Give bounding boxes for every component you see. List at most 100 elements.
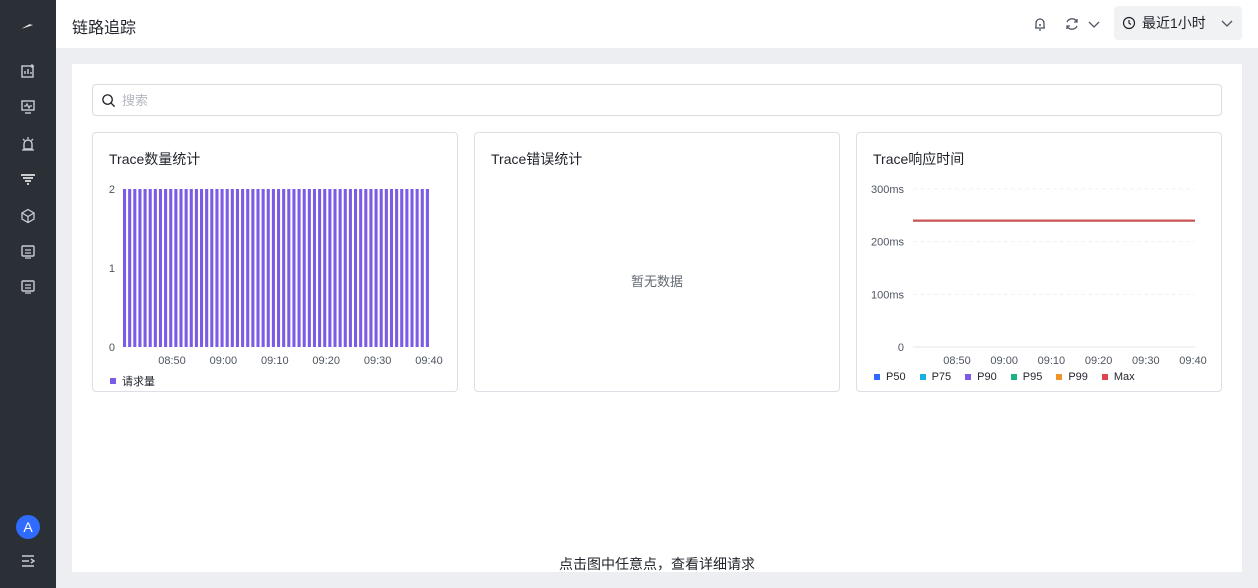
y-tick-label: 0 (898, 342, 904, 354)
y-tick-label: 2 (109, 184, 115, 196)
logo-icon[interactable] (17, 14, 39, 36)
refresh-button[interactable] (1064, 14, 1102, 34)
clock-icon (1122, 16, 1136, 30)
bar (138, 189, 142, 347)
bar (215, 189, 219, 347)
bar (405, 189, 409, 347)
bar (354, 189, 358, 347)
dashboard-icon[interactable] (19, 62, 37, 80)
legend-swatch (965, 374, 972, 380)
x-tick-label: 08:50 (158, 355, 186, 367)
y-tick-label: 300ms (871, 184, 905, 196)
log-icon[interactable] (19, 243, 37, 261)
bar (297, 189, 301, 347)
trace-error-card: Trace错误统计 暂无数据 (474, 132, 840, 392)
bar (246, 189, 250, 347)
x-tick-label: 09:20 (1085, 355, 1113, 367)
bar (148, 189, 152, 347)
x-tick-label: 09:20 (312, 355, 340, 367)
bar (189, 189, 193, 347)
legend-item[interactable]: P75 (919, 371, 952, 383)
trace-latency-chart[interactable]: 0 100ms 200ms 300ms 08:50 09:00 09:10 09:20 09:3… (857, 133, 1223, 393)
legend-swatch (919, 374, 926, 380)
chart-legend: 请求量 (110, 373, 169, 389)
bar (200, 189, 204, 347)
legend-item[interactable]: Max (1101, 371, 1135, 383)
bar (194, 189, 198, 347)
y-tick-label: 0 (109, 342, 115, 354)
bar (174, 189, 178, 347)
bar (389, 189, 394, 347)
bar (328, 189, 332, 347)
monitor-icon[interactable] (19, 98, 37, 116)
alarm-icon[interactable] (19, 135, 37, 153)
collapse-menu-icon[interactable] (19, 552, 37, 570)
bar (364, 189, 368, 347)
bar (338, 189, 342, 347)
legend-label: P99 (1068, 371, 1088, 383)
cube-icon[interactable] (19, 207, 37, 225)
bar (323, 189, 327, 347)
bar (369, 189, 373, 347)
bar (230, 189, 234, 347)
legend-swatch (874, 374, 880, 380)
x-tick-label: 09:40 (1179, 355, 1207, 367)
legend-item[interactable]: 请求量 (110, 373, 155, 389)
bar (420, 189, 424, 347)
x-tick-label: 09:40 (415, 355, 443, 367)
chart-legend: P50 P75 P90 P95 P99 Max (874, 371, 1149, 383)
sidebar: A (0, 0, 56, 588)
bar (143, 189, 147, 347)
bar (287, 189, 291, 347)
x-tick-label: 09:00 (990, 355, 1018, 367)
bar (220, 189, 224, 347)
bar (395, 189, 399, 347)
bar (318, 189, 322, 347)
legend-swatch (1010, 374, 1017, 380)
search-input[interactable] (122, 92, 1122, 108)
legend-item[interactable]: P99 (1056, 371, 1088, 383)
x-tick-label: 09:30 (1132, 355, 1160, 367)
legend-label: P75 (931, 371, 952, 383)
search-box[interactable] (92, 84, 1222, 116)
bar (184, 189, 188, 347)
bar (302, 189, 306, 347)
bar (241, 189, 245, 347)
bar (343, 189, 347, 347)
y-tick-label: 1 (109, 263, 115, 275)
topbar: 链路追踪 最近1小时 (56, 0, 1258, 48)
y-tick-label: 200ms (871, 237, 905, 249)
legend-item[interactable]: P95 (1010, 371, 1043, 383)
bar (205, 189, 209, 347)
legend-swatch (110, 378, 116, 384)
bar (123, 189, 127, 347)
legend-label: Max (1113, 371, 1135, 383)
bar (153, 189, 157, 347)
avatar[interactable]: A (16, 515, 40, 539)
chevron-down-icon (1088, 21, 1100, 28)
bar (235, 189, 240, 347)
notification-bell-icon[interactable] (1032, 14, 1048, 34)
x-tick-label: 09:10 (261, 355, 289, 367)
refresh-icon (1066, 18, 1078, 30)
bar (271, 189, 275, 347)
bar (384, 189, 388, 347)
legend-item[interactable]: P90 (965, 371, 997, 383)
report-icon[interactable] (19, 278, 37, 296)
trace-icon[interactable] (19, 170, 37, 188)
bar (225, 189, 229, 347)
x-tick-label: 08:50 (943, 355, 971, 367)
bar (374, 189, 378, 347)
legend-item[interactable]: P50 (874, 371, 906, 383)
trace-count-chart[interactable]: 0 1 2 08:50 09:00 09:10 09:20 09:30 09:40 (93, 133, 459, 393)
empty-state-text: 暂无数据 (630, 274, 683, 289)
chevron-down-icon (1221, 20, 1233, 27)
legend-label: P95 (1022, 371, 1043, 383)
time-range-picker[interactable]: 最近1小时 (1114, 6, 1242, 40)
bar (251, 189, 255, 347)
bar (307, 189, 311, 347)
bar (277, 189, 281, 347)
trace-count-card: Trace数量统计 0 1 2 08:50 09:00 09:10 09:20 09:30 09… (92, 132, 458, 392)
bar (266, 189, 270, 347)
bar (415, 189, 419, 347)
